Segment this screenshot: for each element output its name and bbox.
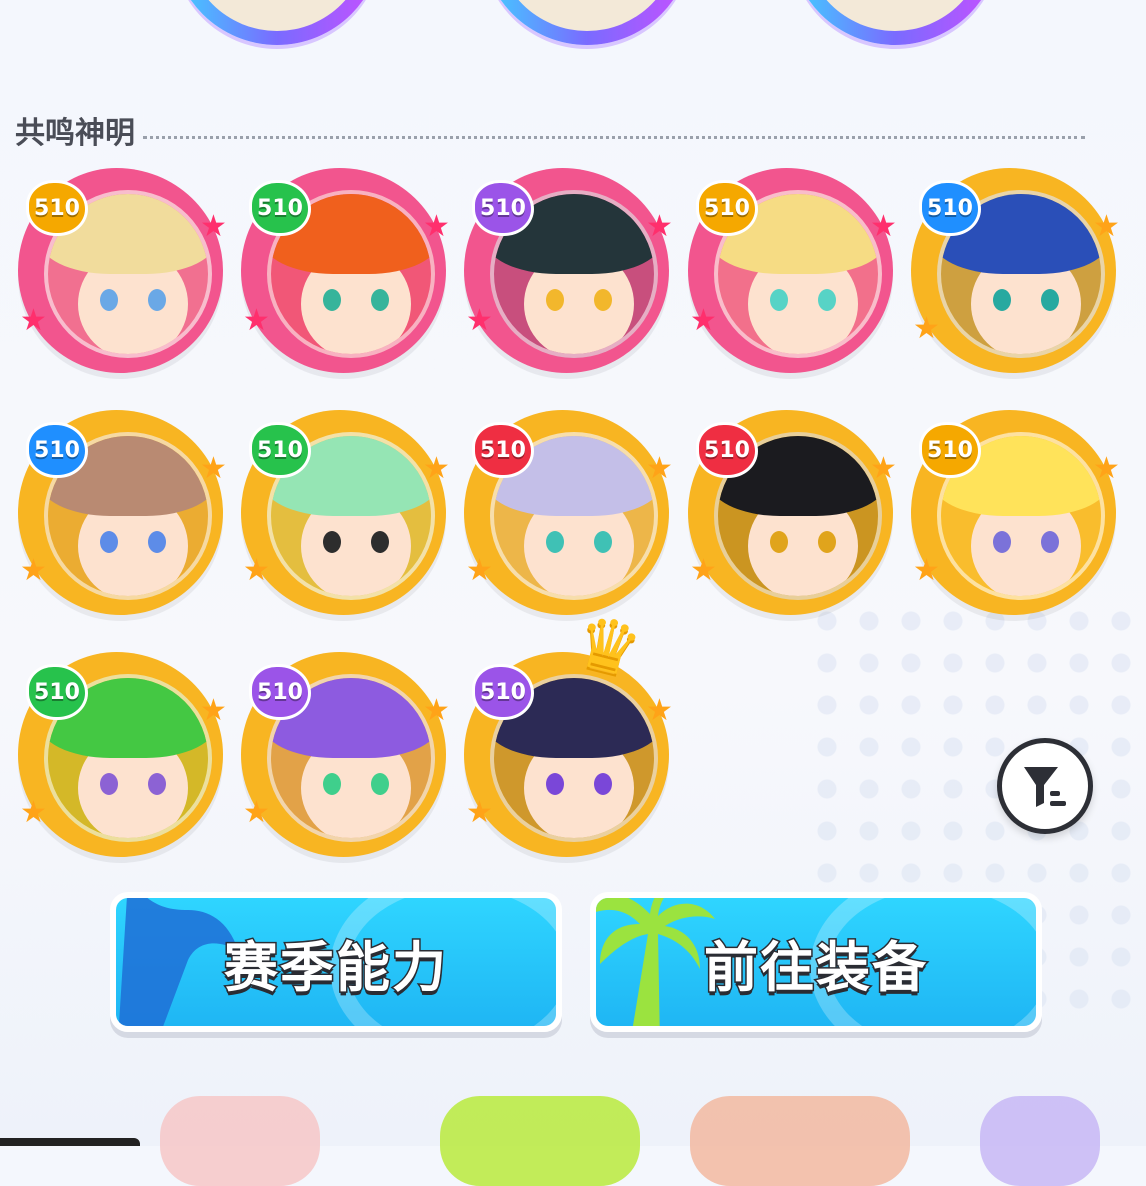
star-icon: ★ <box>1093 451 1120 486</box>
top-avatar-ring[interactable] <box>172 0 382 45</box>
portrait-eye <box>323 773 341 795</box>
god-card[interactable]: ★ ★ 510 <box>688 168 900 380</box>
star-icon: ★ <box>200 451 227 486</box>
god-card[interactable]: ★ ★ 510 <box>241 168 453 380</box>
portrait-eye <box>371 773 389 795</box>
go-equipment-label: 前往装备 <box>703 934 928 1000</box>
star-icon: ★ <box>466 795 493 830</box>
season-ability-label: 赛季能力 <box>223 934 448 1000</box>
star-icon: ★ <box>870 209 897 244</box>
portrait-eye <box>770 289 788 311</box>
level-badge: 510 <box>249 422 311 478</box>
star-icon: ★ <box>646 209 673 244</box>
star-icon: ★ <box>200 209 227 244</box>
portrait-eye <box>546 531 564 553</box>
go-equipment-button[interactable]: 前往装备 <box>590 892 1042 1032</box>
star-icon: ★ <box>646 451 673 486</box>
star-icon: ★ <box>466 303 493 338</box>
portrait-eye <box>993 289 1011 311</box>
section-header: 共鸣神明 <box>15 108 1085 152</box>
star-icon: ★ <box>243 795 270 830</box>
god-card[interactable]: ★ ★ 510 <box>18 410 230 622</box>
bottom-decoration <box>440 1096 640 1186</box>
god-card[interactable]: ★ ★ 510 <box>911 410 1123 622</box>
star-icon: ★ <box>243 553 270 588</box>
god-card[interactable]: ★ ★ 510 <box>241 410 453 622</box>
star-icon: ★ <box>423 451 450 486</box>
level-badge: 510 <box>472 180 534 236</box>
star-icon: ★ <box>913 553 940 588</box>
god-card[interactable]: ★ ★ 510 <box>464 168 676 380</box>
portrait-eye <box>818 289 836 311</box>
section-title: 共鸣神明 <box>15 116 135 151</box>
star-icon: ★ <box>423 693 450 728</box>
star-icon: ★ <box>1093 209 1120 244</box>
god-card[interactable]: ★ ★ 510 <box>911 168 1123 380</box>
god-card[interactable]: ★ ★ 510 <box>18 168 230 380</box>
star-icon: ★ <box>870 451 897 486</box>
level-badge: 510 <box>919 422 981 478</box>
bottom-bar <box>0 1138 140 1146</box>
level-badge: 510 <box>472 422 534 478</box>
palm-tree-icon <box>596 898 715 1026</box>
portrait-eye <box>770 531 788 553</box>
portrait-eye <box>818 531 836 553</box>
god-card[interactable]: ★ ★ 510 <box>241 652 453 864</box>
portrait-eye <box>371 531 389 553</box>
portrait-eye <box>323 531 341 553</box>
level-badge: 510 <box>919 180 981 236</box>
portrait-eye <box>1041 531 1059 553</box>
portrait-eye <box>546 289 564 311</box>
portrait-eye <box>546 773 564 795</box>
bottom-decoration <box>980 1096 1100 1186</box>
portrait-eye <box>100 773 118 795</box>
bottom-decoration <box>160 1096 320 1186</box>
portrait-eye <box>100 531 118 553</box>
god-card[interactable]: ★ ★ 510 <box>688 410 900 622</box>
portrait-eye <box>1041 289 1059 311</box>
level-badge: 510 <box>249 664 311 720</box>
level-badge: 510 <box>249 180 311 236</box>
portrait-eye <box>371 289 389 311</box>
star-icon: ★ <box>646 693 673 728</box>
god-card[interactable]: ★ ★ 510 <box>18 652 230 864</box>
star-icon: ★ <box>690 553 717 588</box>
star-icon: ★ <box>200 693 227 728</box>
dotted-divider <box>143 135 1085 139</box>
level-badge: 510 <box>26 422 88 478</box>
star-icon: ★ <box>243 303 270 338</box>
star-icon: ★ <box>913 311 940 346</box>
portrait-eye <box>100 289 118 311</box>
level-badge: 510 <box>26 180 88 236</box>
portrait-eye <box>594 289 612 311</box>
portrait-eye <box>594 773 612 795</box>
portrait-eye <box>148 289 166 311</box>
level-badge: 510 <box>696 422 758 478</box>
filter-icon <box>1024 767 1066 807</box>
portrait-eye <box>148 531 166 553</box>
star-icon: ★ <box>466 553 493 588</box>
portrait-eye <box>148 773 166 795</box>
level-badge: 510 <box>696 180 758 236</box>
filter-button[interactable] <box>997 738 1093 834</box>
portrait-eye <box>323 289 341 311</box>
level-badge: 510 <box>472 664 534 720</box>
bottom-decoration <box>690 1096 910 1186</box>
star-icon: ★ <box>20 795 47 830</box>
top-avatar-ring[interactable] <box>790 0 1000 45</box>
season-ability-button[interactable]: 赛季能力 <box>110 892 562 1032</box>
level-badge: 510 <box>26 664 88 720</box>
portrait-eye <box>993 531 1011 553</box>
god-card[interactable]: ★ ★ 510 <box>464 652 676 864</box>
star-icon: ★ <box>423 209 450 244</box>
top-avatar-ring[interactable] <box>482 0 692 45</box>
star-icon: ★ <box>690 303 717 338</box>
portrait-eye <box>594 531 612 553</box>
star-icon: ★ <box>20 303 47 338</box>
god-card[interactable]: ★ ★ 510 <box>464 410 676 622</box>
star-icon: ★ <box>20 553 47 588</box>
